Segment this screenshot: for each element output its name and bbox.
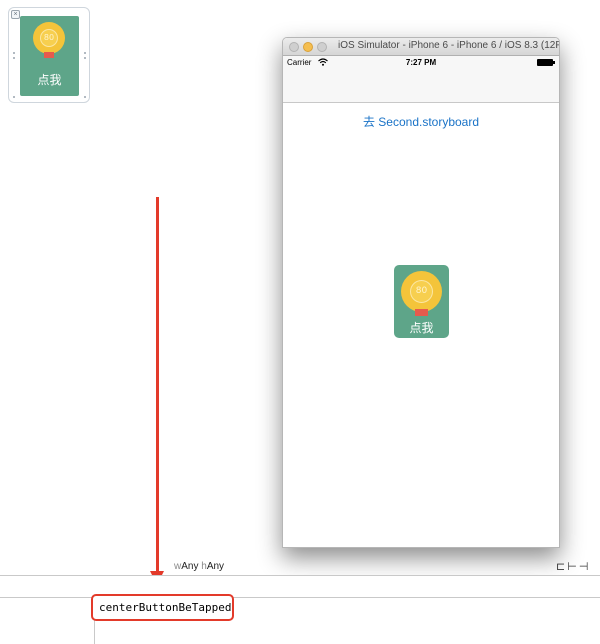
resize-handle-icon bbox=[13, 52, 15, 54]
annotation-arrow-line bbox=[156, 197, 159, 571]
center-button-label: 点我 bbox=[409, 321, 434, 335]
ribbon-icon bbox=[44, 52, 54, 58]
size-class-h-value: Any bbox=[206, 561, 225, 572]
storyboard-scene-thumbnail[interactable]: × 80 点我 bbox=[8, 7, 90, 103]
screen: × 80 点我 iOS Simulator - iPhone 6 - iPhon… bbox=[0, 0, 600, 644]
bottom-pane bbox=[0, 576, 600, 644]
thumbnail-button[interactable]: 80 点我 bbox=[20, 16, 79, 96]
align-icon[interactable]: ⊏ bbox=[556, 560, 567, 573]
size-class-w-value: Any bbox=[181, 561, 199, 572]
medal-number: 80 bbox=[40, 29, 58, 47]
battery-tip-icon bbox=[553, 61, 555, 64]
navigation-bar bbox=[283, 70, 559, 103]
bottom-pane-divider bbox=[0, 597, 600, 598]
close-window-icon[interactable] bbox=[289, 42, 299, 52]
simulator-window[interactable]: iOS Simulator - iPhone 6 - iPhone 6 / iO… bbox=[282, 37, 560, 548]
status-time: 7:27 PM bbox=[405, 58, 437, 67]
resize-handle-icon bbox=[13, 96, 15, 98]
autolayout-toolbar: ⊏⊢⊣ bbox=[556, 560, 590, 573]
medal-icon: 80 bbox=[33, 22, 65, 54]
simulator-titlebar[interactable]: iOS Simulator - iPhone 6 - iPhone 6 / iO… bbox=[283, 38, 559, 56]
ribbon-icon bbox=[415, 309, 428, 316]
battery-icon bbox=[537, 59, 553, 66]
thumbnail-button-label: 点我 bbox=[37, 73, 62, 87]
size-class-indicator[interactable]: wAny hAny bbox=[174, 561, 224, 572]
medal-number: 80 bbox=[410, 280, 433, 303]
center-button[interactable]: 80 点我 bbox=[394, 265, 449, 338]
resize-handle-icon bbox=[84, 52, 86, 54]
simulator-title: iOS Simulator - iPhone 6 - iPhone 6 / iO… bbox=[338, 40, 560, 51]
resize-handle-icon bbox=[84, 57, 86, 59]
minimize-window-icon[interactable] bbox=[303, 42, 313, 52]
medal-icon: 80 bbox=[401, 271, 442, 312]
ios-status-bar: Carrier 7:27 PM bbox=[283, 56, 559, 70]
go-second-storyboard-link[interactable]: 去 Second.storyboard bbox=[283, 113, 559, 130]
resize-handle-icon bbox=[13, 57, 15, 59]
resize-handle-icon bbox=[84, 96, 86, 98]
resolve-icon[interactable]: ⊣ bbox=[579, 560, 591, 573]
pin-icon[interactable]: ⊢ bbox=[567, 560, 579, 573]
zoom-window-icon[interactable] bbox=[317, 42, 327, 52]
action-method-highlight[interactable]: centerButtonBeTapped bbox=[91, 594, 234, 621]
action-method-name: centerButtonBeTapped bbox=[99, 601, 232, 614]
close-icon[interactable]: × bbox=[11, 10, 20, 19]
